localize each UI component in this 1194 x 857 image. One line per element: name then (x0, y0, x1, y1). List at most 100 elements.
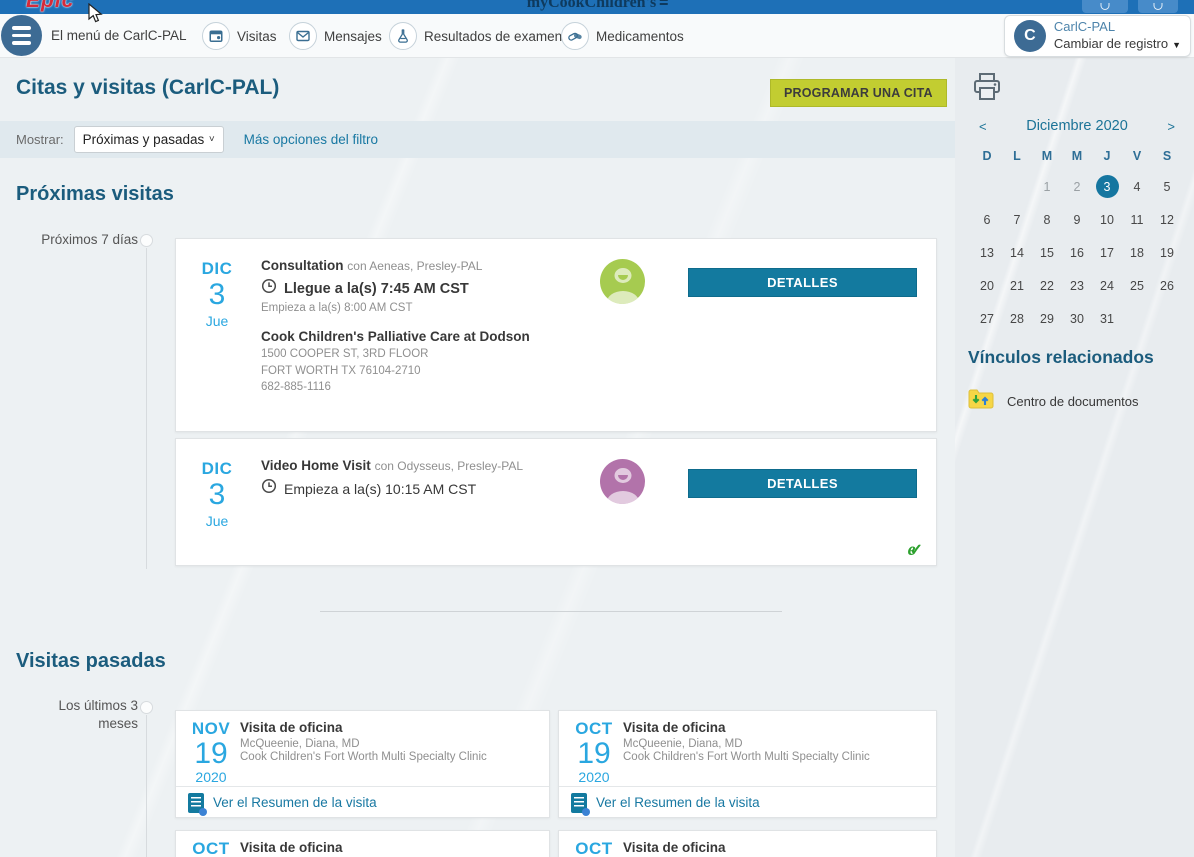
clock-icon (261, 478, 277, 499)
start-time: Empieza a la(s) 10:15 AM CST (284, 481, 476, 497)
calendar-day[interactable]: 10 (1092, 203, 1122, 236)
calendar-day[interactable]: 24 (1092, 269, 1122, 302)
appointment-card[interactable]: DIC 3 Jue Video Home Visit con Odysseus,… (175, 438, 937, 566)
calendar-day[interactable]: 30 (1062, 302, 1092, 335)
language-button[interactable] (1082, 0, 1128, 13)
calendar-day[interactable]: 9 (1062, 203, 1092, 236)
calendar-day[interactable]: 13 (972, 236, 1002, 269)
calendar-day[interactable]: 21 (1002, 269, 1032, 302)
calendar-day[interactable]: 23 (1062, 269, 1092, 302)
timeline-label-line2: meses (16, 715, 138, 733)
date-day: 3 (192, 279, 242, 311)
calendar-day[interactable]: 12 (1152, 203, 1182, 236)
address-line-2: FORT WORTH TX 76104-2710 (261, 363, 530, 380)
nav-medicamentos[interactable]: Medicamentos (561, 22, 684, 50)
avatar: C (1014, 20, 1046, 52)
nav-mensajes[interactable]: Mensajes (289, 22, 382, 50)
calendar-day[interactable]: 2 (1062, 170, 1092, 203)
timeline-label-past: Los últimos 3 meses (16, 697, 138, 733)
account-switcher[interactable]: C CarlC-PAL Cambiar de registro▼ (1004, 15, 1191, 57)
calendar-day-selected[interactable]: 3 (1092, 170, 1122, 203)
provider-avatar (600, 459, 645, 504)
calendar-day[interactable]: 29 (1032, 302, 1062, 335)
calendar-next-button[interactable]: > (1167, 119, 1175, 134)
details-button[interactable]: DETALLES (688, 268, 917, 297)
calendar-day[interactable]: 22 (1032, 269, 1062, 302)
filter-selected-value: Próximas y pasadas (83, 132, 205, 147)
date-weekday: Jue (192, 513, 242, 529)
nav-mensajes-label: Mensajes (324, 29, 382, 44)
filter-select[interactable]: Próximas y pasadas ˅ (74, 126, 224, 153)
calendar-day[interactable]: 1 (1032, 170, 1062, 203)
more-filter-options-link[interactable]: Más opciones del filtro (244, 132, 378, 147)
hamburger-icon (1, 15, 42, 56)
calendar-day[interactable]: 27 (972, 302, 1002, 335)
calendar-day[interactable]: 19 (1152, 236, 1182, 269)
visit-provider: con Odysseus, Presley-PAL (375, 459, 524, 473)
timeline-line (146, 715, 147, 857)
calendar-day (1002, 170, 1032, 203)
appointment-card[interactable]: DIC 3 Jue Consultation con Aeneas, Presl… (175, 238, 937, 432)
calendar-day[interactable]: 16 (1062, 236, 1092, 269)
calendar-day[interactable]: 5 (1152, 170, 1182, 203)
calendar-day (1152, 302, 1182, 335)
calendar-day[interactable]: 15 (1032, 236, 1062, 269)
past-visit-card[interactable]: OCT Visita de oficina (558, 830, 937, 857)
calendar-day[interactable]: 8 (1032, 203, 1062, 236)
envelope-icon (289, 22, 317, 50)
mini-calendar: < Diciembre 2020 > D L M M J V S 1 2 3 4… (972, 118, 1182, 335)
calendar-day[interactable]: 25 (1122, 269, 1152, 302)
main-menu-button[interactable]: El menú de CarlC-PAL (1, 15, 187, 56)
visit-type: Video Home Visit (261, 458, 371, 473)
appointment-body: Video Home Visit con Odysseus, Presley-P… (261, 458, 523, 499)
visit-date: NOV 19 2020 (186, 719, 236, 785)
nav-resultados-label: Resultados de examen (424, 29, 562, 44)
calendar-day[interactable]: 6 (972, 203, 1002, 236)
arrive-time: Llegue a la(s) 7:45 AM CST (284, 281, 469, 297)
past-visit-card[interactable]: NOV 19 2020 Visita de oficina McQueenie,… (175, 710, 550, 818)
visit-clinic: Cook Children's Fort Worth Multi Special… (623, 751, 870, 763)
nav-visitas[interactable]: Visitas (202, 22, 277, 50)
document-center-link[interactable]: Centro de documentos (968, 388, 1139, 415)
calendar-day[interactable]: 28 (1002, 302, 1032, 335)
calendar-day (972, 170, 1002, 203)
timeline-label-line1: Los últimos 3 (16, 697, 138, 715)
calendar-day[interactable]: 20 (972, 269, 1002, 302)
calendar-day[interactable]: 31 (1092, 302, 1122, 335)
visit-date: OCT 19 2020 (569, 719, 619, 785)
location-name: Cook Children's Palliative Care at Dodso… (261, 329, 530, 344)
calendar-day[interactable]: 11 (1122, 203, 1152, 236)
upcoming-visits-heading: Próximas visitas (16, 183, 174, 206)
nav-resultados[interactable]: Resultados de examen (389, 22, 562, 50)
past-visit-card[interactable]: OCT Visita de oficina (175, 830, 550, 857)
schedule-appointment-button[interactable]: PROGRAMAR UNA CITA (770, 79, 947, 107)
date-weekday: Jue (192, 313, 242, 329)
calendar-day[interactable]: 14 (1002, 236, 1032, 269)
calendar-day[interactable]: 7 (1002, 203, 1032, 236)
visit-summary-label: Ver el Resumen de la visita (596, 795, 760, 810)
start-time-note: Empieza a la(s) 8:00 AM CST (261, 302, 530, 314)
details-button[interactable]: DETALLES (688, 469, 917, 498)
caret-down-icon: ▼ (1172, 40, 1181, 50)
date-month: OCT (186, 839, 236, 857)
provider-avatar (600, 259, 645, 304)
profile-button[interactable] (1138, 0, 1178, 13)
visit-type: Visita de oficina (240, 720, 487, 735)
calendar-prev-button[interactable]: < (979, 119, 987, 134)
visit-summary-link[interactable]: Ver el Resumen de la visita (176, 786, 549, 818)
visit-type: Visita de oficina (240, 840, 343, 855)
visit-type: Visita de oficina (623, 720, 870, 735)
print-button[interactable] (973, 72, 1001, 107)
top-bar: Epic myCookChildren's (0, 0, 1194, 14)
past-visit-card[interactable]: OCT 19 2020 Visita de oficina McQueenie,… (558, 710, 937, 818)
visit-provider: McQueenie, Diana, MD (623, 738, 870, 750)
pills-icon (561, 22, 589, 50)
calendar-day[interactable]: 18 (1122, 236, 1152, 269)
filter-bar: Mostrar: Próximas y pasadas ˅ Más opcion… (0, 121, 955, 158)
calendar-day[interactable]: 17 (1092, 236, 1122, 269)
visit-summary-link[interactable]: Ver el Resumen de la visita (559, 786, 936, 818)
echeckin-complete-icon: e✓ (908, 539, 923, 560)
calendar-day[interactable]: 26 (1152, 269, 1182, 302)
calendar-day[interactable]: 4 (1122, 170, 1152, 203)
switch-record-label: Cambiar de registro (1054, 36, 1168, 51)
